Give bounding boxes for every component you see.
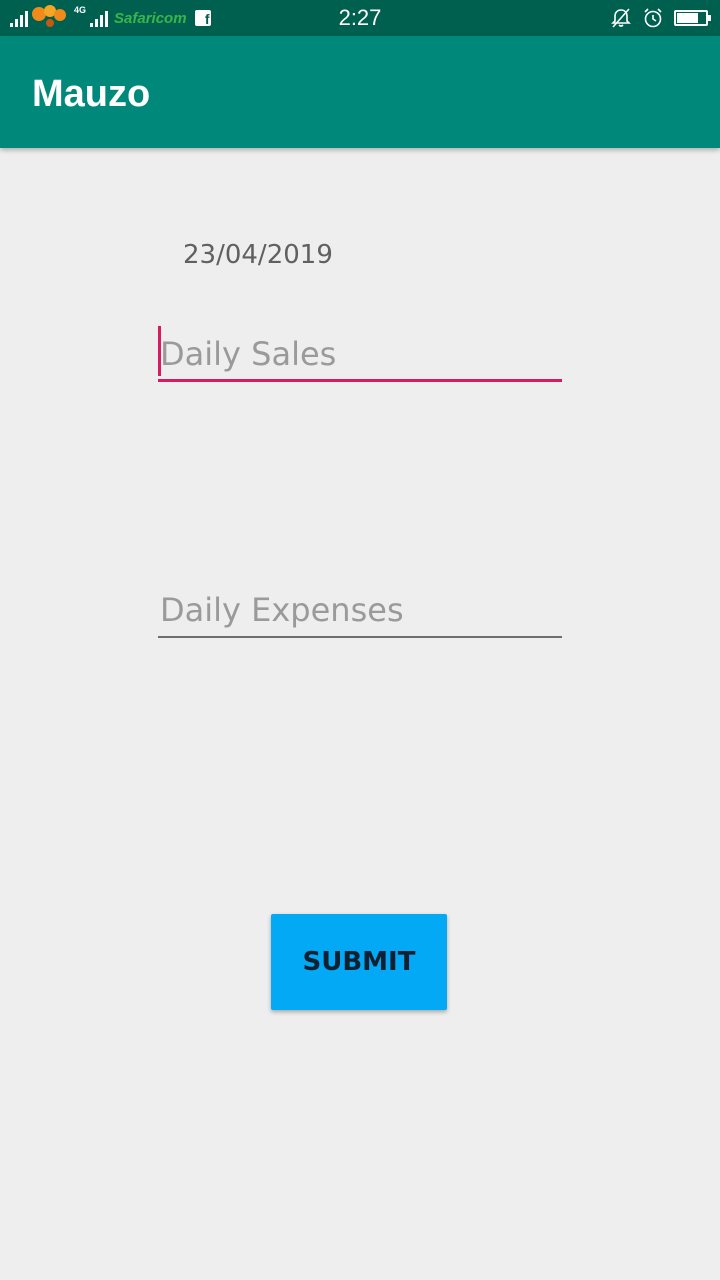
battery-level-fill — [677, 13, 698, 23]
status-right-icons — [610, 4, 711, 32]
submit-button[interactable]: SUBMIT — [271, 914, 447, 1010]
daily-sales-input[interactable] — [158, 326, 562, 382]
network-type-label: 4G — [74, 5, 87, 15]
status-left-icons: 4G Safaricom f — [10, 4, 211, 32]
daily-expenses-underline — [158, 636, 562, 638]
facebook-icon: f — [194, 10, 211, 27]
status-bar: 4G Safaricom f 2:27 — [0, 0, 720, 36]
daily-expenses-input[interactable] — [158, 582, 562, 638]
signal-icon — [10, 9, 28, 27]
app-title: Mauzo — [32, 73, 151, 115]
text-cursor — [158, 326, 161, 376]
daily-sales-underline — [158, 379, 562, 382]
battery-icon — [674, 10, 711, 26]
signal-icon-2 — [90, 9, 109, 27]
carrier-logo: Safaricom — [114, 9, 187, 27]
loop-icon — [32, 5, 70, 31]
alarm-icon — [644, 8, 662, 28]
date-label[interactable]: 23/04/2019 — [183, 240, 333, 270]
notifications-off-icon — [611, 8, 631, 28]
daily-sales-field[interactable] — [158, 326, 562, 382]
app-bar: Mauzo — [0, 36, 720, 148]
daily-expenses-field[interactable] — [158, 582, 562, 638]
